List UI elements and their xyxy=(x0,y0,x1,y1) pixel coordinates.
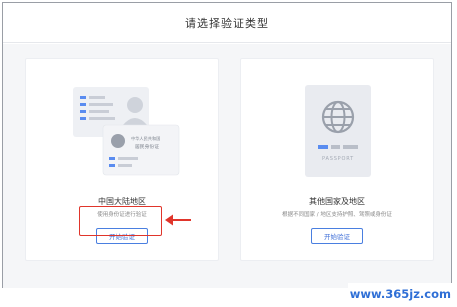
passport-label: PASSPORT xyxy=(322,156,354,162)
highlight-annotation-box xyxy=(79,206,162,236)
other-card-title: 其他国家及地区 xyxy=(309,197,365,206)
dialog-header: 请选择验证类型 xyxy=(3,3,451,43)
globe-icon xyxy=(321,100,355,134)
red-arrow-icon xyxy=(165,214,191,226)
passport-illustration: PASSPORT xyxy=(305,85,371,177)
id-card-text-2: 居民身份证 xyxy=(135,143,159,150)
dialog-title: 请选择验证类型 xyxy=(185,16,269,30)
verification-dialog: 请选择验证类型 中华人民共和国 居民身份证 中国大陆地区 使用身份证进行验证 开… xyxy=(2,2,452,288)
watermark: www.365jz.com xyxy=(348,283,454,305)
dialog-body: 中华人民共和国 居民身份证 中国大陆地区 使用身份证进行验证 开始验证 PASS… xyxy=(3,44,451,288)
id-card-text-1: 中华人民共和国 xyxy=(131,135,160,142)
other-start-verify-button[interactable]: 开始验证 xyxy=(311,228,363,244)
other-card-description: 根据不同国家 / 地区支持护照、驾照或身份证 xyxy=(282,212,392,218)
other-regions-card[interactable]: PASSPORT 其他国家及地区 根据不同国家 / 地区支持护照、驾照或身份证 … xyxy=(240,58,434,261)
id-card-illustration: 中华人民共和国 居民身份证 xyxy=(73,87,180,176)
passport-stripes xyxy=(318,145,359,149)
